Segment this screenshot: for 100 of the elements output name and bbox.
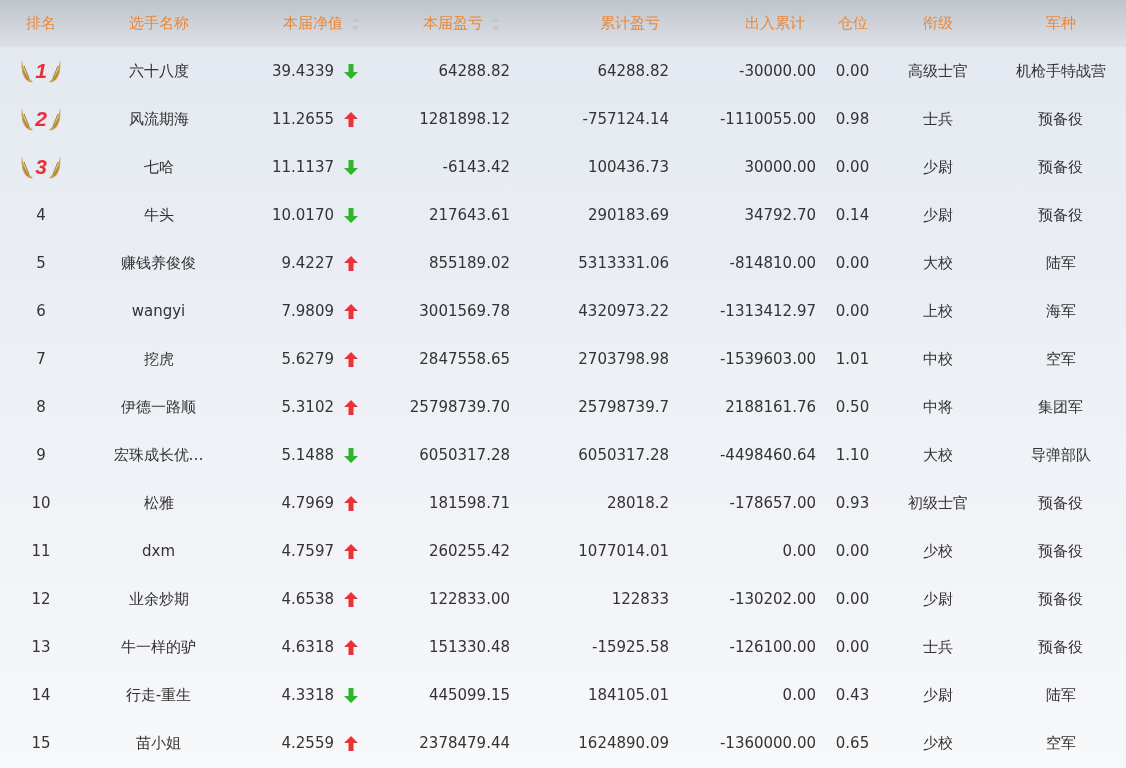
column-header: 累计盈亏 xyxy=(600,14,660,33)
net-value: 11.2655 xyxy=(271,110,334,128)
rank-cell: 15 xyxy=(31,734,51,752)
player-name: 六十八度 xyxy=(128,61,189,81)
table-cell-text: -30000.00 xyxy=(739,62,817,80)
net-value: 4.2559 xyxy=(281,734,334,752)
table-cell-text: 25798739.7 xyxy=(578,398,670,416)
medal-rank: 2 xyxy=(21,106,61,132)
table-cell: 士兵 xyxy=(922,109,953,129)
player-name: dxm xyxy=(142,542,175,560)
net-value: 11.1137 xyxy=(271,158,334,176)
player-name: 业余炒期 xyxy=(128,589,189,609)
table-cell-text: -6143.42 xyxy=(442,158,511,176)
table-cell: 海军 xyxy=(1045,301,1076,321)
table-cell-text: 1281898.12 xyxy=(419,110,511,128)
table-cell: 少校 xyxy=(922,541,953,561)
column-header: 选手名称 xyxy=(128,14,189,33)
rank-cell: 12 xyxy=(31,590,51,608)
net-value: 4.6538 xyxy=(281,590,334,608)
table-cell: 0.00 xyxy=(835,542,870,560)
table-cell: 预备役 xyxy=(1038,493,1083,513)
table-cell-text: 25798739.70 xyxy=(409,398,511,416)
player-name: 牛头 xyxy=(143,205,174,225)
table-cell: 0.43 xyxy=(835,686,870,704)
net-value: 7.9809 xyxy=(281,302,334,320)
table-cell: 0.00 xyxy=(835,62,870,80)
table-cell: 0.93 xyxy=(835,494,870,512)
table-cell: 导弹部队 xyxy=(1030,445,1091,465)
table-cell-text: 4320973.22 xyxy=(578,302,670,320)
table-cell-text: 100436.73 xyxy=(587,158,670,176)
table-cell: 中将 xyxy=(922,397,953,417)
table-cell-text: -1110055.00 xyxy=(719,110,817,128)
table-cell: 少尉 xyxy=(922,205,953,225)
rank-cell: 5 xyxy=(36,254,46,272)
table-cell: 高级士官 xyxy=(907,61,968,81)
table-cell-text: 5313331.06 xyxy=(578,254,670,272)
table-cell-text: 2703798.98 xyxy=(578,350,670,368)
table-cell-text: 64288.82 xyxy=(597,62,670,80)
table-cell: 预备役 xyxy=(1038,589,1083,609)
table-cell: 少尉 xyxy=(922,589,953,609)
table-cell: 预备役 xyxy=(1038,205,1083,225)
table-cell-text: 6050317.28 xyxy=(578,446,670,464)
net-value: 5.1488 xyxy=(281,446,334,464)
rank-cell: 4 xyxy=(36,206,46,224)
table-cell-text: 122833.00 xyxy=(428,590,511,608)
table-cell-text: 1077014.01 xyxy=(578,542,670,560)
table-cell-text: 181598.71 xyxy=(428,494,511,512)
table-cell: 0.50 xyxy=(835,398,870,416)
net-value: 4.7597 xyxy=(281,542,334,560)
table-cell: 0.65 xyxy=(835,734,870,752)
player-name: 伊德一路顺 xyxy=(121,397,196,417)
table-cell-text: -1313412.97 xyxy=(719,302,817,320)
table-cell-text: 122833 xyxy=(611,590,670,608)
net-value: 39.4339 xyxy=(271,62,334,80)
net-value: 4.3318 xyxy=(281,686,334,704)
table-cell: 上校 xyxy=(922,301,953,321)
table-cell: 0.00 xyxy=(835,254,870,272)
table-cell: 预备役 xyxy=(1038,637,1083,657)
player-name: 松雅 xyxy=(143,493,174,513)
column-header: 本届盈亏 xyxy=(423,14,483,33)
table-cell: 0.00 xyxy=(835,638,870,656)
net-value: 9.4227 xyxy=(281,254,334,272)
table-cell-text: -126100.00 xyxy=(729,638,817,656)
player-name: wangyi xyxy=(131,302,186,320)
player-name: 风流期海 xyxy=(128,109,189,129)
table-cell-text: 855189.02 xyxy=(428,254,511,272)
net-value: 5.6279 xyxy=(281,350,334,368)
player-name: 牛一样的驴 xyxy=(121,637,196,657)
table-cell: 陆军 xyxy=(1045,685,1076,705)
table-cell: 少校 xyxy=(922,733,953,753)
net-value: 4.6318 xyxy=(281,638,334,656)
table-cell-text: 2188161.76 xyxy=(725,398,817,416)
rank-cell: 7 xyxy=(36,350,46,368)
table-cell: 0.14 xyxy=(835,206,870,224)
player-name: 七哈 xyxy=(143,157,174,177)
player-name: 行走-重生 xyxy=(125,685,192,705)
table-cell: 预备役 xyxy=(1038,109,1083,129)
table-cell: 大校 xyxy=(922,253,953,273)
net-value: 10.0170 xyxy=(271,206,334,224)
rank-cell: 13 xyxy=(31,638,51,656)
rank-cell: 11 xyxy=(31,542,51,560)
table-cell: 预备役 xyxy=(1038,541,1083,561)
player-name: 赚钱养俊俊 xyxy=(121,253,196,273)
table-cell: 士兵 xyxy=(922,637,953,657)
table-cell: 0.00 xyxy=(835,590,870,608)
table-cell-text: -130202.00 xyxy=(729,590,817,608)
rank-cell: 14 xyxy=(31,686,51,704)
column-header: 仓位 xyxy=(837,14,868,33)
rank-cell: 9 xyxy=(36,446,46,464)
table-cell-text: -814810.00 xyxy=(729,254,817,272)
table-cell-text: 3001569.78 xyxy=(419,302,511,320)
column-header: 军种 xyxy=(1045,14,1076,33)
column-header: 本届净值 xyxy=(283,14,343,33)
table-cell: 集团军 xyxy=(1038,397,1083,417)
table-cell-text: 34792.70 xyxy=(744,206,817,224)
player-name: 宏珠成长优… xyxy=(113,445,204,465)
table-cell-text: -178657.00 xyxy=(729,494,817,512)
table-cell-text: 0.00 xyxy=(782,686,817,704)
net-value: 4.7969 xyxy=(281,494,334,512)
player-name: 苗小姐 xyxy=(136,733,181,753)
